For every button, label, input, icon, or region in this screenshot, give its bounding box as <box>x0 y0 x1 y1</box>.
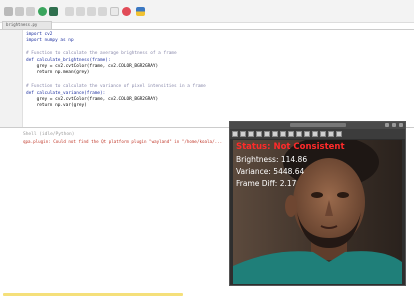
video-window-titlebar[interactable] <box>230 122 405 129</box>
horizontal-scrollbar[interactable] <box>3 293 183 296</box>
close-icon[interactable] <box>399 123 403 127</box>
shell-error-message: qpa.plugin: Could not find the Qt platfo… <box>23 139 223 144</box>
copy-icon[interactable] <box>320 131 326 137</box>
variance-text: Variance: 5448.64 <box>236 167 305 176</box>
code-line: # Function to calculate the variance of … <box>26 84 206 89</box>
grid-icon[interactable] <box>296 131 302 137</box>
code-line: # Function to calculate the average brig… <box>26 51 177 56</box>
toolbar <box>0 0 414 23</box>
crop-icon[interactable] <box>312 131 318 137</box>
properties-icon[interactable] <box>336 131 342 137</box>
frame-diff-text: Frame Diff: 2.17 <box>236 179 297 188</box>
flip-icon[interactable] <box>288 131 294 137</box>
new-file-icon[interactable] <box>4 7 13 16</box>
line-number-gutter <box>0 30 23 127</box>
editor-tab-label: brightness.py <box>6 22 38 27</box>
code-line: return np.mean(grey) <box>26 70 90 75</box>
minimize-icon[interactable] <box>385 123 389 127</box>
webcam-frame: Status: Not Consistent Brightness: 114.8… <box>233 140 402 284</box>
code-line: import numpy as np <box>26 38 74 43</box>
pan-icon[interactable] <box>232 131 238 137</box>
maximize-icon[interactable] <box>392 123 396 127</box>
status-text: Status: Not Consistent <box>236 142 345 152</box>
shell-title: Shell (idle/Python) <box>23 132 75 137</box>
step-into-icon[interactable] <box>76 7 85 16</box>
stop-icon[interactable] <box>122 7 131 16</box>
save-image-icon[interactable] <box>328 131 334 137</box>
brightness-text: Brightness: 114.86 <box>236 155 308 164</box>
step-out-icon[interactable] <box>87 7 96 16</box>
python-logo-icon[interactable] <box>136 7 145 16</box>
open-file-icon[interactable] <box>15 7 24 16</box>
video-toolbar <box>230 129 405 139</box>
rotate-icon[interactable] <box>280 131 286 137</box>
zoom-out-icon[interactable] <box>248 131 254 137</box>
code-line: return np.var(grey) <box>26 103 87 108</box>
resume-icon[interactable] <box>98 7 107 16</box>
color-icon[interactable] <box>304 131 310 137</box>
step-over-icon[interactable] <box>65 7 74 16</box>
video-window[interactable]: Status: Not Consistent Brightness: 114.8… <box>229 121 406 286</box>
actual-size-icon[interactable] <box>272 131 278 137</box>
pause-icon[interactable] <box>110 7 119 16</box>
video-window-title-placeholder <box>290 123 346 127</box>
run-icon[interactable] <box>38 7 47 16</box>
fit-icon[interactable] <box>264 131 270 137</box>
zoom-in-icon[interactable] <box>240 131 246 137</box>
debug-icon[interactable] <box>49 7 58 16</box>
reset-view-icon[interactable] <box>256 131 262 137</box>
save-icon[interactable] <box>26 7 35 16</box>
code-editor[interactable]: import cv2 import numpy as np # Function… <box>0 29 414 127</box>
